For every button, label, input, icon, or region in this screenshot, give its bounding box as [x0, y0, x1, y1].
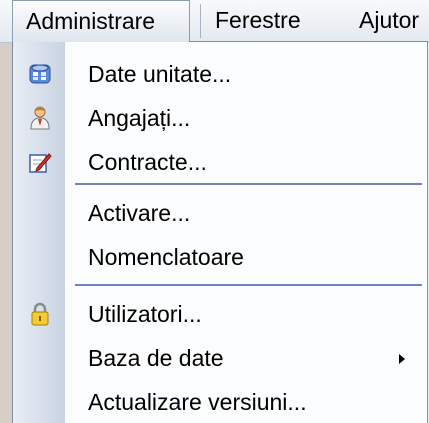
database-icon [27, 61, 53, 87]
menu-item-nomenclatoare[interactable]: Nomenclatoare [13, 235, 427, 279]
window-left-edge [0, 0, 12, 423]
menu-item-utilizatori[interactable]: Utilizatori... [13, 292, 427, 336]
submenu-arrow-icon [399, 354, 405, 364]
menu-item-actualizare-versiuni[interactable]: Actualizare versiuni... [13, 380, 427, 423]
menubar-separator [200, 4, 201, 38]
menu-item-label: Baza de date [88, 345, 224, 371]
menu-item-activare[interactable]: Activare... [13, 191, 427, 235]
menu-item-label: Activare... [88, 200, 191, 226]
menu-bar: Administrare Ferestre Ajutor [0, 0, 429, 43]
menu-item-baza-de-date[interactable]: Baza de date [13, 336, 427, 380]
menu-item-label: Utilizatori... [88, 301, 202, 327]
contract-edit-icon [27, 149, 53, 175]
menu-administrare[interactable]: Administrare [12, 0, 190, 42]
lock-icon [27, 301, 53, 327]
menu-item-label: Angajați... [88, 105, 191, 131]
menu-ferestre[interactable]: Ferestre [205, 0, 311, 41]
application-window: Administrare Ferestre Ajutor Date unitat… [0, 0, 429, 423]
administrare-dropdown-menu: Date unitate... Angajați... Contracte...… [12, 41, 428, 423]
menu-item-date-unitate[interactable]: Date unitate... [13, 52, 427, 96]
menu-item-label: Actualizare versiuni... [88, 389, 307, 415]
menu-item-contracte[interactable]: Contracte... [13, 140, 427, 184]
menu-separator [75, 284, 422, 286]
menu-separator [75, 183, 422, 185]
menu-item-angajati[interactable]: Angajați... [13, 96, 427, 140]
menu-item-label: Date unitate... [88, 61, 232, 87]
employee-icon [27, 105, 53, 131]
menu-item-label: Contracte... [88, 149, 207, 175]
menu-item-label: Nomenclatoare [88, 244, 244, 270]
menu-ajutor[interactable]: Ajutor [349, 0, 429, 41]
